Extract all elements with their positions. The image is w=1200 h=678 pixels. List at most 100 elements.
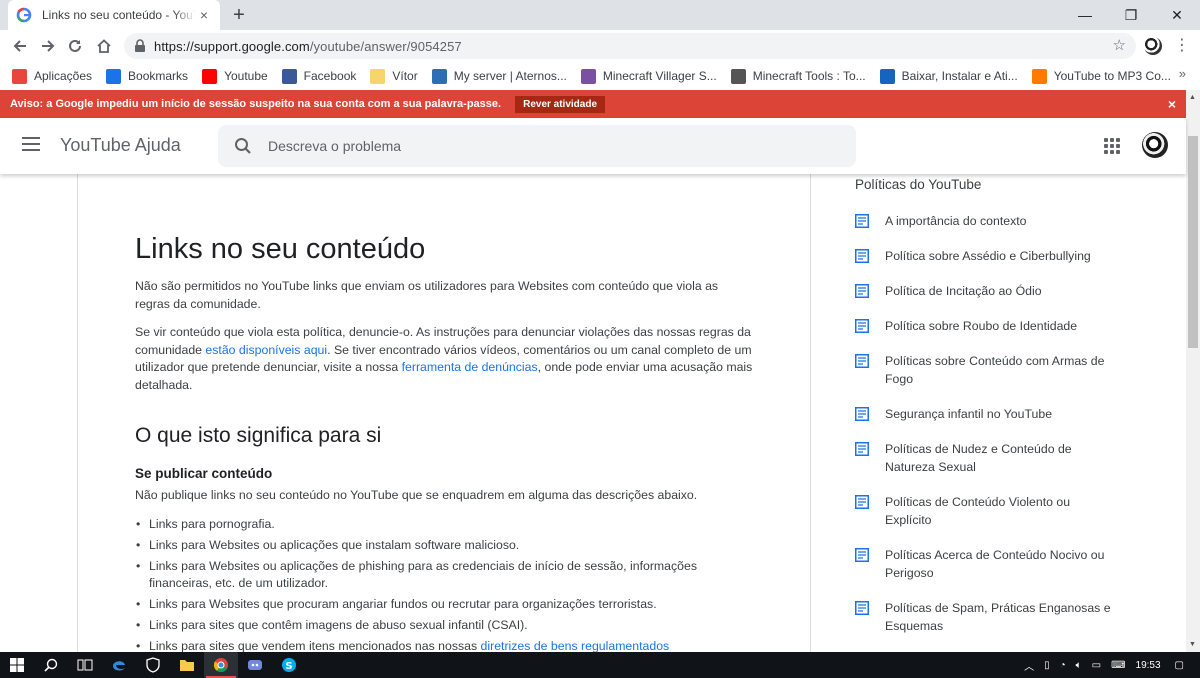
bookmark-item[interactable]: Youtube — [202, 68, 268, 84]
browser-toolbar: https://support.google.com/youtube/answe… — [0, 30, 1200, 62]
bookmark-item[interactable]: YouTube to MP3 Co... — [1031, 68, 1171, 84]
report-instructions-link[interactable]: estão disponíveis aqui — [205, 343, 327, 357]
search-icon — [235, 138, 251, 154]
sidebar-policy-link[interactable]: Política sobre Roubo de Identidade — [855, 317, 1155, 335]
product-title[interactable]: YouTube Ajuda — [60, 135, 181, 156]
taskbar-edge[interactable] — [102, 652, 136, 678]
chrome-icon — [213, 658, 228, 673]
sidebar-policy-link[interactable]: Políticas de Spam, Práticas Enganosas e … — [855, 599, 1155, 635]
scroll-down-icon[interactable]: ▼ — [1189, 641, 1196, 648]
taskbar-search-button[interactable] — [34, 652, 68, 678]
taskbar-file-explorer[interactable] — [170, 652, 204, 678]
start-button[interactable] — [0, 652, 34, 678]
new-tab-button[interactable]: + — [229, 5, 249, 25]
battery-icon[interactable]: ▭ — [1092, 660, 1101, 671]
usb-icon[interactable]: ▯ — [1044, 660, 1050, 671]
document-icon — [855, 442, 869, 456]
google-apps-icon[interactable] — [1104, 138, 1120, 154]
system-tray: ︿ ▯ ◔ 🔈︎ ▭ ⌨︎ 19:53 ▢ — [1024, 652, 1200, 678]
document-icon — [855, 319, 869, 333]
subsection-text: Não publique links no seu conteúdo no Yo… — [135, 488, 698, 502]
sidebar-policy-link[interactable]: Políticas de Nudez e Conteúdo de Naturez… — [855, 440, 1155, 476]
star-icon — [106, 68, 122, 84]
back-button[interactable] — [8, 34, 32, 58]
browser-menu-icon[interactable]: ⋮ — [1174, 38, 1190, 54]
tab-title: Links no seu conteúdo - YouTube Ajuda — [42, 8, 196, 22]
report-tool-link[interactable]: ferramenta de denúncias — [402, 360, 538, 374]
url-path: /youtube/answer/9054257 — [309, 38, 462, 54]
policy-bullet-list: Links para pornografia. Links para Websi… — [135, 516, 755, 653]
bookmark-label: Youtube — [224, 69, 268, 83]
report-paragraph: Se vir conteúdo que viola esta política,… — [135, 324, 755, 394]
sidebar-policy-link[interactable]: Política de Incitação ao Ódio — [855, 282, 1155, 300]
bookmarks-overflow-icon[interactable]: » — [1179, 66, 1186, 81]
bookmark-item[interactable]: My server | Aternos... — [431, 68, 567, 84]
sidebar-policy-link[interactable]: Política sobre Assédio e Ciberbullying — [855, 247, 1155, 265]
bookmark-item[interactable]: Baixar, Instalar e Ati... — [879, 68, 1018, 84]
volume-icon[interactable]: 🔈︎ — [1076, 660, 1082, 671]
bookmark-item[interactable]: Vítor — [370, 68, 418, 84]
sidebar-policy-label: Políticas de Conteúdo Violento ou Explíc… — [885, 495, 1071, 527]
help-search[interactable] — [218, 125, 856, 167]
download-icon — [879, 68, 895, 84]
search-icon — [44, 658, 58, 672]
clock[interactable]: 19:53 — [1136, 660, 1161, 671]
taskbar-security[interactable] — [136, 652, 170, 678]
taskbar-discord[interactable] — [238, 652, 272, 678]
sidebar-policy-link[interactable]: Políticas sobre Conteúdo com Armas de Fo… — [855, 352, 1155, 388]
sidebar-policy-label: A importância do contexto — [885, 214, 1027, 228]
facebook-icon — [281, 68, 297, 84]
tab-close-icon[interactable]: × — [196, 7, 212, 23]
document-icon — [855, 601, 869, 615]
bookmarks-bar: Aplicações Bookmarks Youtube Facebook Vítor M… — [0, 62, 1200, 90]
folder-icon — [370, 68, 386, 84]
sidebar-policy-link[interactable]: Segurança infantil no YouTube — [855, 405, 1155, 423]
bookmark-star-icon[interactable]: ☆ — [1113, 38, 1126, 54]
windows-logo-icon — [10, 658, 24, 672]
scrollbar-thumb[interactable] — [1188, 136, 1198, 348]
address-bar[interactable]: https://support.google.com/youtube/answe… — [124, 33, 1136, 59]
tray-expand-icon[interactable]: ︿ — [1024, 658, 1034, 673]
bookmark-item[interactable]: Aplicações — [12, 68, 92, 84]
task-view-button[interactable] — [68, 652, 102, 678]
account-avatar[interactable] — [1142, 132, 1168, 158]
list-item: Links para Websites ou aplicações de phi… — [135, 558, 755, 593]
close-window-button[interactable]: ✕ — [1154, 0, 1200, 30]
bookmark-item[interactable]: Minecraft Tools : To... — [730, 68, 866, 84]
shield-icon — [146, 657, 160, 673]
regulated-goods-link[interactable]: diretrizes de bens regulamentados — [481, 639, 670, 652]
aternos-icon — [431, 68, 447, 84]
taskbar-skype[interactable]: S — [272, 652, 306, 678]
alert-close-icon[interactable]: × — [1168, 96, 1176, 112]
browser-tab[interactable]: Links no seu conteúdo - YouTube Ajuda × — [8, 0, 220, 30]
language-icon[interactable]: ⌨︎ — [1111, 660, 1125, 671]
home-button[interactable] — [92, 34, 116, 58]
menu-icon[interactable] — [22, 137, 40, 151]
minimize-button[interactable]: — — [1062, 0, 1108, 30]
search-input[interactable] — [268, 138, 828, 154]
document-icon — [855, 354, 869, 368]
bookmark-item[interactable]: Minecraft Villager S... — [580, 68, 717, 84]
youtube-icon — [202, 68, 218, 84]
sidebar-policy-link[interactable]: Políticas Acerca de Conteúdo Nocivo ou P… — [855, 546, 1155, 582]
review-activity-button[interactable]: Rever atividade — [515, 95, 606, 113]
sidebar-title: Políticas do YouTube — [855, 177, 982, 192]
forward-button[interactable] — [36, 34, 60, 58]
sidebar-policy-link[interactable]: A importância do contexto — [855, 212, 1155, 230]
taskbar-chrome[interactable] — [204, 652, 238, 678]
document-icon — [855, 284, 869, 298]
wifi-icon[interactable]: ◔ — [1060, 660, 1066, 671]
reload-icon — [69, 39, 81, 52]
bookmark-item[interactable]: Facebook — [281, 68, 356, 84]
notifications-icon[interactable]: ▢ — [1175, 660, 1184, 671]
list-item: Links para Websites ou aplicações que in… — [135, 537, 755, 555]
sidebar-policy-link[interactable]: Políticas de Conteúdo Violento ou Explíc… — [855, 493, 1155, 529]
browser-profile-avatar[interactable] — [1144, 37, 1162, 55]
document-icon — [855, 214, 869, 228]
reload-button[interactable] — [63, 34, 87, 58]
scroll-up-icon[interactable]: ▲ — [1189, 94, 1196, 101]
skype-icon: S — [282, 658, 296, 672]
page-scrollbar[interactable]: ▲ ▼ — [1186, 90, 1200, 652]
bookmark-item[interactable]: Bookmarks — [106, 68, 188, 84]
maximize-button[interactable]: ❐ — [1108, 0, 1154, 30]
